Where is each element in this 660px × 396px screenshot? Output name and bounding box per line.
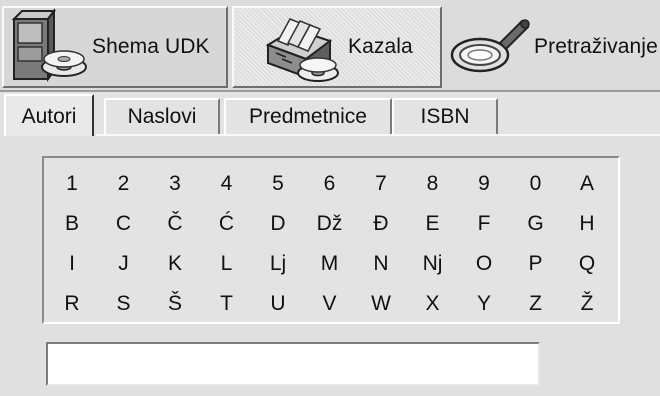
database-cd-icon	[11, 8, 87, 82]
tab-autori[interactable]: Autori	[4, 94, 94, 138]
letter-button[interactable]: Z	[510, 285, 562, 323]
letter-button[interactable]: 4	[201, 165, 253, 203]
letter-button[interactable]: J	[98, 245, 150, 283]
letter-button[interactable]: Č	[149, 205, 201, 243]
letter-button[interactable]: M	[304, 245, 356, 283]
shema-udk-button[interactable]: Shema UDK	[2, 6, 228, 88]
letter-button[interactable]: K	[149, 245, 201, 283]
file-cabinet-cd-icon	[265, 18, 339, 82]
app-window: Shema UDK Kazala Pretraživanje Autori Na…	[0, 0, 660, 396]
kazala-button[interactable]: Kazala	[232, 6, 442, 88]
letter-button[interactable]: E	[407, 205, 459, 243]
letter-button[interactable]: G	[510, 205, 562, 243]
letter-button[interactable]: 3	[149, 165, 201, 203]
magnifier-icon	[450, 19, 530, 73]
letter-button[interactable]: P	[510, 245, 562, 283]
letter-button[interactable]: N	[355, 245, 407, 283]
letter-button[interactable]: Ć	[201, 205, 253, 243]
letter-button[interactable]: L	[201, 245, 253, 283]
letter-button[interactable]: H	[561, 205, 613, 243]
letter-button[interactable]: U	[252, 285, 304, 323]
letter-button[interactable]: Š	[149, 285, 201, 323]
letter-button[interactable]: V	[304, 285, 356, 323]
pretrazivanje-label: Pretraživanje	[534, 35, 658, 58]
letter-button[interactable]: I	[46, 245, 98, 283]
letter-button[interactable]: S	[98, 285, 150, 323]
letter-button[interactable]: Ž	[561, 285, 613, 323]
autori-panel: 1 2 3 4 5 6 7 8 9 0 A B C Č Ć D Dž Đ E F G H I J K L Lj M N Nj O P Q R S Š T…	[0, 136, 660, 396]
letter-button[interactable]: Đ	[355, 205, 407, 243]
letter-button[interactable]: 5	[252, 165, 304, 203]
tab-naslovi[interactable]: Naslovi	[104, 98, 220, 134]
letter-button[interactable]: O	[458, 245, 510, 283]
letter-button[interactable]: W	[355, 285, 407, 323]
letter-button[interactable]: R	[46, 285, 98, 323]
letter-button[interactable]: C	[98, 205, 150, 243]
letter-button[interactable]: 2	[98, 165, 150, 203]
letter-button[interactable]: 9	[458, 165, 510, 203]
letter-button[interactable]: 0	[510, 165, 562, 203]
pretrazivanje-button[interactable]: Pretraživanje	[446, 6, 658, 88]
shema-udk-label: Shema UDK	[92, 35, 210, 58]
letter-button[interactable]: X	[407, 285, 459, 323]
kazala-label: Kazala	[348, 35, 413, 58]
letter-button[interactable]: T	[201, 285, 253, 323]
alphabet-grid: 1 2 3 4 5 6 7 8 9 0 A B C Č Ć D Dž Đ E F G H I J K L Lj M N Nj O P Q R S Š T…	[42, 156, 620, 324]
tab-isbn[interactable]: ISBN	[392, 98, 498, 134]
toolbar: Shema UDK Kazala Pretraživanje	[0, 0, 660, 92]
letter-button[interactable]: Q	[561, 245, 613, 283]
letter-button[interactable]: 6	[304, 165, 356, 203]
tab-predmetnice[interactable]: Predmetnice	[224, 98, 392, 134]
search-input[interactable]	[46, 342, 540, 386]
letter-button[interactable]: Nj	[407, 245, 459, 283]
letter-button[interactable]: B	[46, 205, 98, 243]
letter-button[interactable]: D	[252, 205, 304, 243]
letter-button[interactable]: Dž	[304, 205, 356, 243]
letter-button[interactable]: A	[561, 165, 613, 203]
letter-button[interactable]: Y	[458, 285, 510, 323]
letter-button[interactable]: 8	[407, 165, 459, 203]
letter-button[interactable]: Lj	[252, 245, 304, 283]
letter-button[interactable]: 1	[46, 165, 98, 203]
letter-button[interactable]: F	[458, 205, 510, 243]
letter-button[interactable]: 7	[355, 165, 407, 203]
